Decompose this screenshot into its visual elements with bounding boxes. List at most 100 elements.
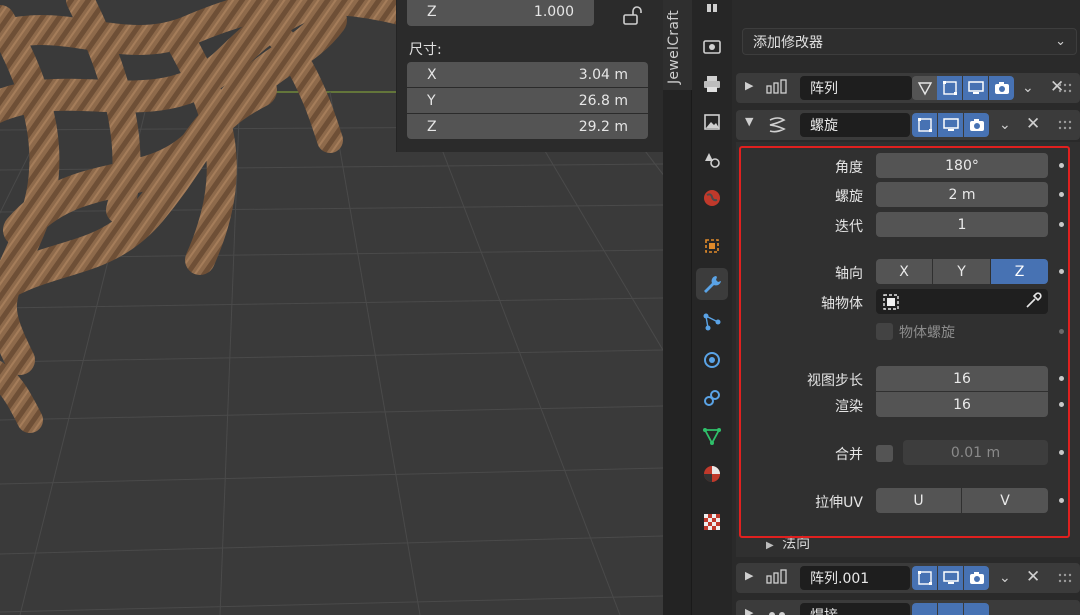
expand-arrow-icon[interactable]: ▶ — [745, 79, 753, 92]
dimensions-label: 尺寸: — [409, 42, 442, 58]
viewport-toggle[interactable] — [938, 566, 963, 590]
array-icon — [766, 569, 787, 584]
add-modifier-dropdown[interactable]: 添加修改器 ⌄ — [742, 28, 1077, 55]
dimension-z-field[interactable]: Z 29.2 m — [407, 114, 648, 139]
monitor-icon — [942, 571, 959, 584]
rotation-z-field[interactable]: Z 1.000 — [407, 0, 594, 26]
add-modifier-label: 添加修改器 — [753, 34, 823, 51]
viewport-toggle[interactable] — [938, 603, 963, 615]
world-icon — [704, 190, 720, 206]
modifier-header-array-001[interactable]: ▶ 阵列.001 ⌄ ✕ — [736, 563, 1080, 593]
scene-tab[interactable] — [696, 144, 728, 176]
mesh-data-icon — [703, 428, 721, 445]
close-icon[interactable]: ✕ — [1026, 114, 1040, 134]
object-tab[interactable] — [696, 230, 728, 262]
camera-back-icon — [703, 40, 721, 54]
modifier-header-weld[interactable]: ▶ 焊接 — [736, 600, 1080, 615]
render-toggle[interactable] — [964, 566, 989, 590]
collapse-arrow-icon[interactable]: ▼ — [745, 115, 753, 128]
chevron-down-icon[interactable]: ⌄ — [999, 117, 1011, 133]
particles-tab[interactable] — [696, 306, 728, 338]
viewport-toggle[interactable] — [938, 113, 963, 137]
particles-icon — [703, 313, 721, 331]
tool-tab[interactable] — [696, 0, 728, 24]
field-value: 29.2 m — [578, 118, 628, 135]
render-toggle[interactable] — [989, 76, 1014, 100]
field-value: 26.8 m — [578, 92, 628, 109]
tool-icon — [707, 4, 717, 12]
view-layer-tab[interactable] — [696, 106, 728, 138]
physics-icon — [704, 352, 720, 368]
edit-cage-toggle[interactable] — [912, 76, 937, 100]
tab-jewelcraft[interactable]: JewelCraft — [663, 0, 692, 90]
axis-label: Z — [427, 4, 437, 20]
sidebar-tab-strip — [663, 0, 692, 615]
unlock-icon[interactable] — [621, 6, 643, 26]
printer-icon — [704, 76, 720, 92]
modifier-name: 焊接 — [810, 605, 838, 615]
tab-label: JewelCraft — [666, 10, 682, 84]
axis-label: Y — [427, 92, 436, 109]
edit-mode-icon — [917, 118, 932, 132]
wrench-icon — [704, 276, 721, 293]
material-tab[interactable] — [696, 458, 728, 490]
world-tab[interactable] — [696, 182, 728, 214]
render-toggle[interactable] — [964, 113, 989, 137]
data-tab[interactable] — [696, 420, 728, 452]
camera-icon — [994, 82, 1009, 94]
weld-icon — [769, 612, 785, 615]
edit-mode-icon — [942, 81, 957, 95]
edit-mode-toggle[interactable] — [912, 113, 937, 137]
normals-label: 法向 — [782, 536, 811, 552]
viewport-toggle[interactable] — [963, 76, 988, 100]
expand-arrow-icon[interactable]: ▶ — [745, 606, 753, 615]
dimension-y-field[interactable]: Y 26.8 m — [407, 88, 648, 113]
modifier-name: 阵列.001 — [810, 571, 870, 587]
modifier-name-field[interactable]: 阵列 — [800, 76, 912, 100]
axis-label: X — [427, 66, 437, 83]
modifier-name-field[interactable]: 焊接 — [800, 603, 910, 615]
properties-tabs — [692, 0, 732, 615]
modifier-header-array[interactable]: ▶ 阵列 ⌄ ✕ — [736, 73, 1080, 103]
axis-label: Z — [427, 118, 437, 135]
3d-viewport[interactable]: Z 1.000 尺寸: X 3.04 m Y 26.8 m Z 29.2 m — [0, 0, 663, 615]
modifier-name-field[interactable]: 阵列.001 — [800, 566, 910, 590]
modifier-name: 螺旋 — [810, 118, 838, 134]
modifier-tab[interactable] — [696, 268, 728, 300]
edit-mode-toggle[interactable] — [912, 603, 937, 615]
chevron-down-icon[interactable]: ⌄ — [999, 570, 1011, 586]
modifier-name-field[interactable]: 螺旋 — [800, 113, 910, 137]
drag-handle-icon[interactable] — [1058, 573, 1072, 583]
modifier-header-screw[interactable]: ▼ 螺旋 ⌄ ✕ — [736, 110, 1080, 140]
scene-icon — [705, 153, 720, 168]
texture-tab[interactable] — [696, 506, 728, 538]
camera-icon — [969, 119, 984, 131]
drag-handle-icon[interactable] — [1058, 120, 1072, 130]
expand-arrow-icon: ▶ — [766, 540, 774, 551]
dimension-x-field[interactable]: X 3.04 m — [407, 62, 648, 87]
image-icon — [704, 114, 720, 130]
edit-mode-icon — [917, 571, 932, 585]
field-value: 3.04 m — [578, 66, 628, 83]
screw-icon — [769, 117, 786, 133]
highlight-box — [739, 146, 1070, 538]
render-tab[interactable] — [696, 30, 728, 62]
render-toggle[interactable] — [964, 603, 989, 615]
output-tab[interactable] — [696, 68, 728, 100]
constraints-tab[interactable] — [696, 382, 728, 414]
camera-icon — [969, 572, 984, 584]
drag-handle-icon[interactable] — [1058, 83, 1072, 93]
checker-icon — [704, 514, 720, 530]
expand-arrow-icon[interactable]: ▶ — [745, 569, 753, 582]
material-icon — [704, 466, 720, 482]
array-icon — [766, 79, 787, 94]
transform-panel: Z 1.000 尺寸: X 3.04 m Y 26.8 m Z 29.2 m — [396, 0, 663, 152]
chevron-down-icon[interactable]: ⌄ — [1022, 80, 1034, 96]
object-icon — [705, 239, 719, 253]
close-icon[interactable]: ✕ — [1026, 567, 1040, 587]
field-value: 1.000 — [533, 4, 574, 20]
edit-mode-toggle[interactable] — [912, 566, 937, 590]
monitor-icon — [967, 81, 984, 94]
physics-tab[interactable] — [696, 344, 728, 376]
edit-mode-toggle[interactable] — [937, 76, 962, 100]
